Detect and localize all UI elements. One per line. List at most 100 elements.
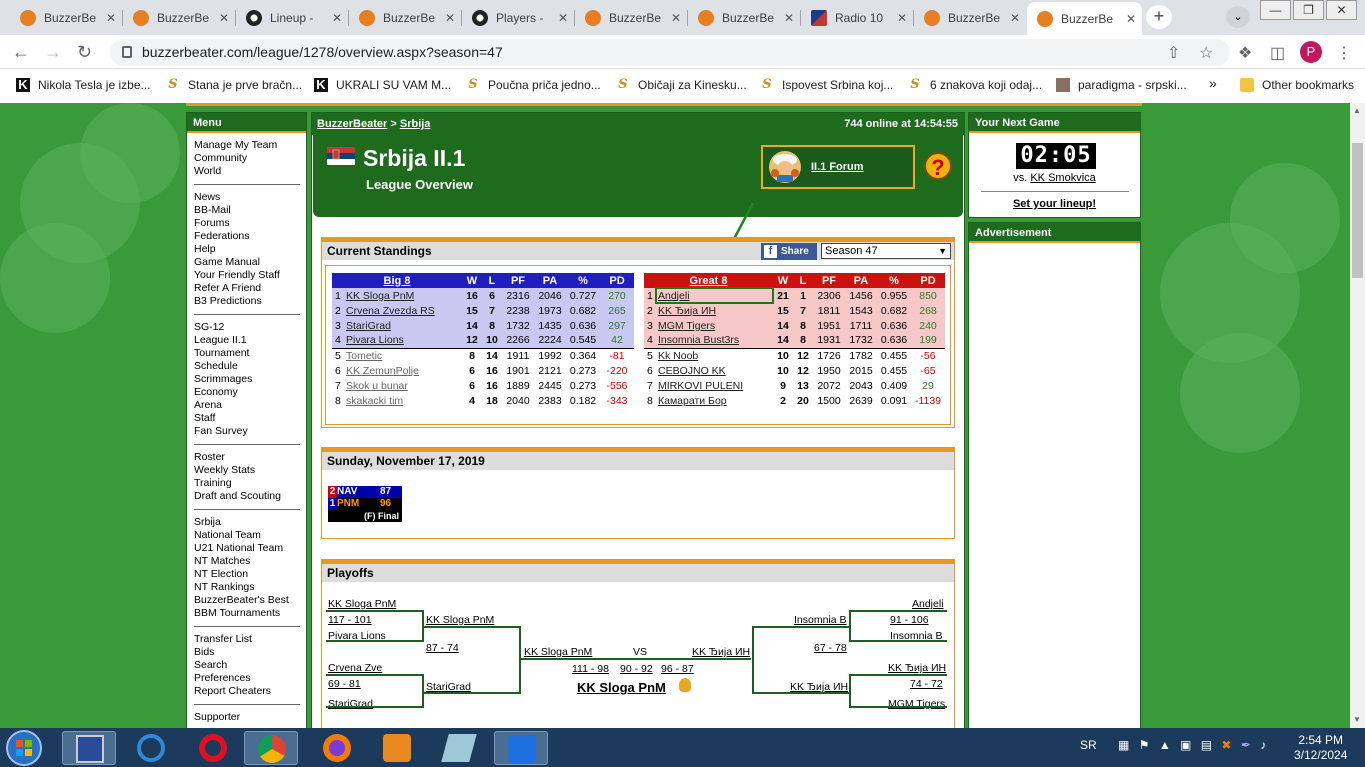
bookmark-item[interactable]: S Ispovest Srbina koj... (760, 78, 893, 93)
bracket-label[interactable]: 74 - 72 (910, 678, 943, 690)
conference-name[interactable]: Big 8 (332, 273, 462, 288)
menu-item[interactable]: Report Cheaters (194, 685, 300, 698)
bookmark-item[interactable]: paradigma - srpski... (1056, 78, 1187, 92)
menu-item[interactable]: Fan Survey (194, 425, 300, 438)
taskbar-app-media[interactable] (370, 731, 424, 765)
season-select[interactable]: Season 47 ▼ (821, 243, 951, 259)
close-tab-icon[interactable]: ✕ (219, 11, 229, 25)
team-link[interactable]: Kk Noob (658, 350, 698, 362)
bracket-label[interactable]: 91 - 106 (890, 614, 929, 626)
menu-item[interactable]: BuzzerBeater's Best (194, 594, 300, 607)
team-link[interactable]: Insomnia Bust3rs (658, 334, 739, 346)
browser-menu-icon[interactable]: ⋮ (1336, 43, 1352, 63)
tab-5[interactable]: BuzzerBe ✕ (575, 4, 687, 31)
close-tab-icon[interactable]: ✕ (1126, 12, 1136, 26)
app-tray-icon[interactable]: ▦ (1118, 738, 1129, 752)
bookmark-item[interactable]: S Običaji za Kinesku... (616, 78, 746, 93)
team-link[interactable]: Skok u bunar (346, 380, 408, 392)
menu-item[interactable]: Roster (194, 451, 300, 464)
menu-item[interactable]: Search (194, 659, 300, 672)
taskbar-app-opera[interactable] (186, 731, 240, 765)
back-icon[interactable]: ← (12, 42, 30, 63)
other-bookmarks[interactable]: Other bookmarks (1240, 78, 1354, 92)
start-button[interactable] (6, 730, 42, 766)
menu-item[interactable]: Forums (194, 217, 300, 230)
close-tab-icon[interactable]: ✕ (332, 11, 342, 25)
menu-item[interactable]: News (194, 191, 300, 204)
menu-item[interactable]: Tournament (194, 347, 300, 360)
menu-item[interactable]: BBM Tournaments (194, 607, 300, 620)
system-clock[interactable]: 2:54 PM 3/12/2024 (1294, 733, 1347, 763)
tab-7[interactable]: Radio 10 ✕ (801, 4, 913, 31)
new-tab-button[interactable]: + (1146, 5, 1172, 29)
bracket-label[interactable]: Insomnia B (794, 614, 847, 626)
alert-flag-icon[interactable]: ⚑ (1139, 738, 1150, 752)
menu-item[interactable]: U21 National Team (194, 542, 300, 555)
bookmarks-overflow-button[interactable]: » (1209, 75, 1217, 91)
menu-item[interactable]: Schedule (194, 360, 300, 373)
tab-4[interactable]: Players - ✕ (462, 4, 574, 31)
conference-name[interactable]: Great 8 (644, 273, 773, 288)
menu-item[interactable]: Manage My Team (194, 139, 300, 152)
menu-item[interactable]: Draft and Scouting (194, 490, 300, 503)
help-icon[interactable]: ? (924, 152, 952, 180)
bookmark-item[interactable]: K UKRALI SU VAM M... (314, 78, 451, 92)
taskbar-app-wps[interactable] (494, 731, 548, 765)
minimize-icon[interactable]: — (1260, 0, 1291, 20)
team-link[interactable]: Andjeli (658, 290, 690, 302)
volume-icon[interactable]: ♪ (1260, 738, 1266, 752)
menu-item[interactable]: League II.1 (194, 334, 300, 347)
tab-2[interactable]: Lineup - ✕ (236, 4, 348, 31)
tab-9[interactable]: BuzzerBe ✕ (1027, 2, 1142, 35)
menu-item[interactable]: Help (194, 243, 300, 256)
menu-item[interactable]: NT Election (194, 568, 300, 581)
bracket-label[interactable]: KK Ђија ИН (692, 646, 750, 658)
menu-item[interactable]: National Team (194, 529, 300, 542)
team-link[interactable]: Камарати Бор (658, 395, 727, 407)
menu-item[interactable]: Bids (194, 646, 300, 659)
team-link[interactable]: Crvena Zvezda RS (346, 305, 435, 317)
close-tab-icon[interactable]: ✕ (784, 11, 794, 25)
league-forum-box[interactable]: II.1 Forum (761, 145, 915, 189)
team-link[interactable]: MIRKOVI PULENI (658, 380, 743, 392)
bookmark-item[interactable]: S Stana je prve bračn... (166, 78, 302, 93)
taskbar-app-chrome[interactable] (244, 731, 298, 765)
menu-item[interactable]: Refer A Friend (194, 282, 300, 295)
menu-item[interactable]: B3 Predictions (194, 295, 300, 308)
team-link[interactable]: StariGrad (346, 320, 391, 332)
team-link[interactable]: skakacki tim (346, 395, 403, 407)
bookmark-star-icon[interactable]: ☆ (1199, 43, 1213, 63)
tab-search-chevron-icon[interactable]: ⌄ (1226, 6, 1250, 28)
close-tab-icon[interactable]: ✕ (106, 11, 116, 25)
set-lineup-link[interactable]: Set your lineup! (969, 198, 1140, 210)
menu-item[interactable]: World (194, 165, 300, 178)
bracket-label[interactable]: 117 - 101 (328, 614, 372, 626)
bracket-label[interactable]: MGM Tigers (888, 698, 945, 710)
bracket-label[interactable]: 67 - 78 (814, 642, 847, 654)
menu-item[interactable]: Preferences (194, 672, 300, 685)
bookmark-item[interactable]: S Poučna priča jedno... (466, 78, 600, 93)
bookmark-item[interactable]: S 6 znakova koji odaj... (908, 78, 1042, 93)
tab-1[interactable]: BuzzerBe ✕ (123, 4, 235, 31)
share-page-icon[interactable]: ⇧ (1167, 43, 1180, 63)
tab-0[interactable]: BuzzerBe ✕ (10, 4, 122, 31)
bracket-label[interactable]: Andjeli (912, 598, 944, 610)
taskbar-app-save[interactable] (62, 731, 116, 765)
close-tab-icon[interactable]: ✕ (897, 11, 907, 25)
taskbar-app-notes[interactable] (432, 731, 486, 765)
scroll-down-icon[interactable]: ▼ (1353, 715, 1361, 724)
reload-icon[interactable]: ↻ (77, 42, 92, 63)
menu-item[interactable]: Community (194, 152, 300, 165)
restore-icon[interactable]: ❐ (1293, 0, 1324, 20)
profile-avatar[interactable]: P (1300, 41, 1322, 63)
menu-item[interactable]: NT Rankings (194, 581, 300, 594)
league-forum-link[interactable]: II.1 Forum (811, 161, 864, 173)
menu-item[interactable]: Supporter (194, 711, 300, 724)
url-bar[interactable]: buzzerbeater.com/league/1278/overview.as… (110, 39, 1230, 66)
menu-item[interactable]: Srbija (194, 516, 300, 529)
extensions-icon[interactable]: ❖ (1238, 43, 1252, 63)
breadcrumb-home-link[interactable]: BuzzerBeater (317, 118, 387, 130)
bracket-label[interactable]: 111 - 98 (572, 663, 609, 675)
menu-item[interactable]: Weekly Stats (194, 464, 300, 477)
taskbar-app-firefox[interactable] (310, 731, 364, 765)
